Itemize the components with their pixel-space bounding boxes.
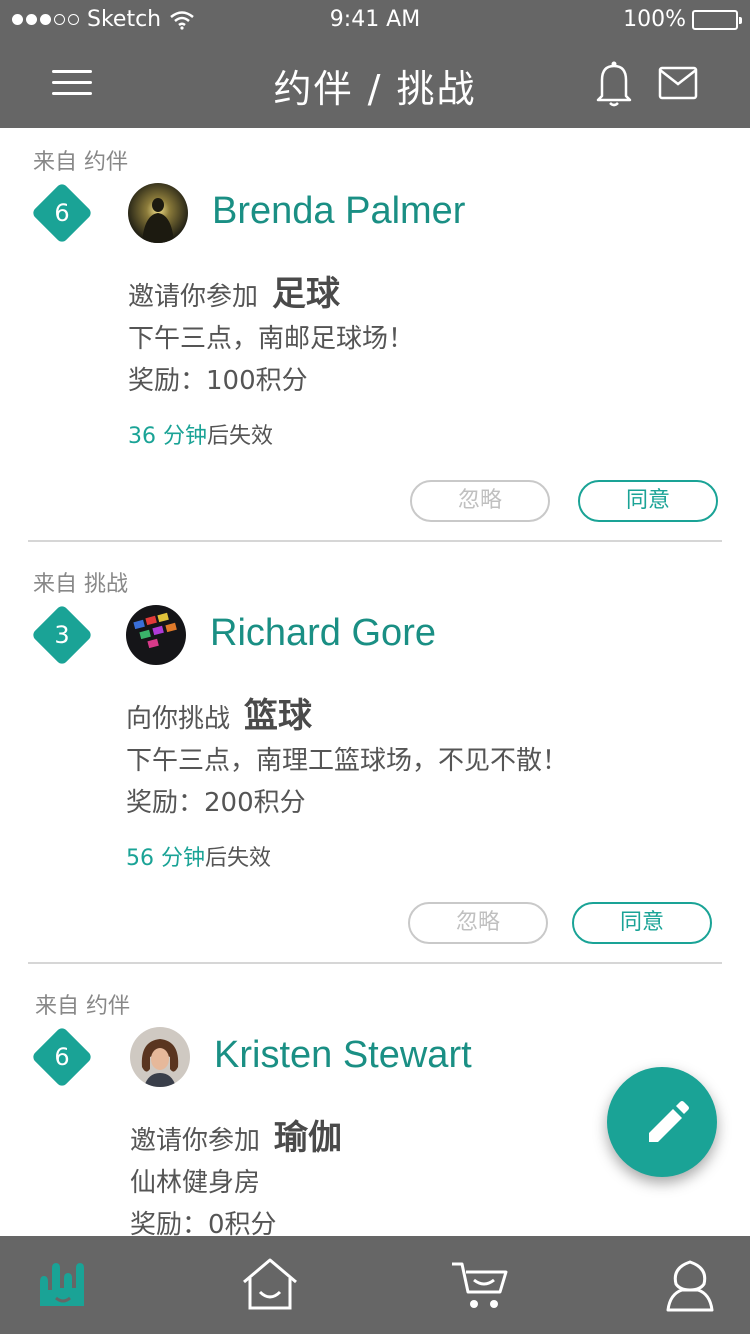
count-badge-number: 6 — [54, 199, 70, 227]
top-bar: Sketch 9:41 AM 100% 约伴 / 挑战 — [0, 0, 750, 128]
reward-text: 奖励：200积分 — [126, 788, 306, 818]
request-card: 来自 约伴 6 Brenda Palmer 邀请你参加 足球 下午三点，南邮足球… — [0, 128, 750, 550]
user-name[interactable]: Kristen Stewart — [214, 1034, 472, 1077]
expire-suffix: 后失效 — [205, 846, 272, 871]
invite-line: 邀请你参加 足球 — [128, 266, 340, 315]
avatar[interactable] — [128, 183, 188, 243]
expire-minutes: 56 分钟 — [126, 846, 205, 871]
divider — [28, 962, 722, 964]
avatar[interactable] — [130, 1027, 190, 1087]
reward-text: 奖励：0积分 — [130, 1210, 277, 1236]
invite-action: 向你挑战 — [126, 704, 231, 734]
card-source: 来自 约伴 — [33, 150, 128, 175]
status-right: 100% — [623, 7, 742, 32]
event-detail: 下午三点，南理工篮球场，不见不散！ — [126, 746, 569, 776]
sport-name: 篮球 — [244, 696, 313, 736]
pencil-icon — [649, 1101, 689, 1142]
sport-name: 足球 — [272, 274, 341, 314]
profile-icon[interactable] — [660, 1254, 720, 1314]
mail-icon[interactable] — [658, 66, 698, 100]
expire-suffix: 后失效 — [207, 424, 274, 449]
request-card: 来自 挑战 3 Richard Gore 向你挑战 篮球 下午三点，南理工篮球场… — [0, 550, 750, 972]
cart-icon[interactable] — [450, 1254, 510, 1314]
count-badge-number: 6 — [54, 1043, 70, 1071]
user-name[interactable]: Brenda Palmer — [212, 190, 465, 233]
battery-label: 100% — [623, 7, 686, 32]
divider — [28, 540, 722, 542]
user-name[interactable]: Richard Gore — [210, 612, 436, 655]
card-source: 来自 挑战 — [33, 572, 128, 597]
reward-text: 奖励：100积分 — [128, 366, 308, 396]
hand-icon[interactable] — [30, 1254, 90, 1314]
battery-icon — [692, 9, 742, 30]
expire-text: 56 分钟后失效 — [126, 840, 271, 872]
avatar[interactable] — [126, 605, 186, 665]
expire-text: 36 分钟后失效 — [128, 418, 273, 450]
expire-minutes: 36 分钟 — [128, 424, 207, 449]
invite-action: 邀请你参加 — [130, 1126, 261, 1156]
compose-button[interactable] — [607, 1067, 717, 1177]
card-source: 来自 约伴 — [35, 994, 130, 1019]
invite-action: 邀请你参加 — [128, 282, 259, 312]
page-title: 约伴 / 挑战 — [273, 67, 477, 111]
status-bar: Sketch 9:41 AM 100% — [0, 0, 750, 40]
tab-bar — [0, 1236, 750, 1334]
agree-button[interactable]: 同意 — [578, 480, 718, 522]
bell-icon[interactable] — [592, 60, 636, 108]
event-detail: 下午三点，南邮足球场！ — [128, 324, 415, 354]
agree-button[interactable]: 同意 — [572, 902, 712, 944]
home-icon[interactable] — [240, 1254, 300, 1314]
event-detail: 仙林健身房 — [130, 1168, 261, 1198]
sport-name: 瑜伽 — [274, 1118, 343, 1158]
invite-line: 邀请你参加 瑜伽 — [130, 1110, 342, 1159]
count-badge-number: 3 — [54, 621, 70, 649]
ignore-button[interactable]: 忽略 — [408, 902, 548, 944]
invite-line: 向你挑战 篮球 — [126, 688, 312, 737]
ignore-button[interactable]: 忽略 — [410, 480, 550, 522]
